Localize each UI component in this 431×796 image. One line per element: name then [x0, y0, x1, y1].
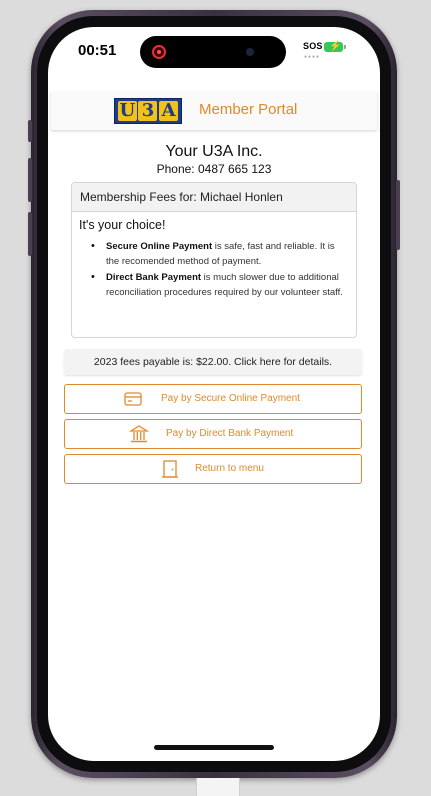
list-item: Secure Online Payment is safe, fast and …: [86, 239, 348, 269]
pay-bank-label: Pay by Direct Bank Payment: [166, 428, 294, 439]
credit-card-icon: [124, 392, 142, 406]
pay-online-label: Pay by Secure Online Payment: [161, 393, 300, 404]
choice-title: It's your choice!: [79, 218, 166, 232]
app-header: U 3 A Member Portal: [51, 92, 377, 130]
membership-card-header: Membership Fees for: Michael Honlen: [72, 183, 356, 212]
pay-bank-button[interactable]: Pay by Direct Bank Payment: [64, 419, 362, 449]
dynamic-island: [140, 36, 286, 68]
status-time: 00:51: [78, 42, 117, 59]
logo-letter: A: [159, 101, 179, 121]
portal-title: Member Portal: [199, 101, 298, 118]
membership-card: Membership Fees for: Michael Honlen It's…: [71, 182, 357, 338]
action-button: [28, 120, 32, 142]
home-indicator[interactable]: [154, 745, 274, 750]
recording-indicator-icon: [152, 45, 166, 59]
payment-options-list: Secure Online Payment is safe, fast and …: [86, 239, 348, 301]
return-to-menu-label: Return to menu: [195, 463, 264, 474]
bank-icon: [129, 425, 149, 443]
charging-bolt-icon: ⚡: [329, 41, 342, 52]
front-camera-icon: [246, 48, 254, 56]
volume-up-button: [28, 158, 32, 202]
list-item: Direct Bank Payment is much slower due t…: [86, 270, 348, 300]
sos-indicator: SOS: [303, 41, 323, 51]
option-name: Secure Online Payment: [106, 241, 213, 252]
org-name: Your U3A Inc.: [165, 143, 263, 160]
volume-down-button: [28, 212, 32, 256]
phone-frame: 00:51 SOS ●●●● ⚡ U 3 A Member Portal You…: [28, 10, 400, 778]
charging-cable: [196, 778, 240, 796]
signal-dots-icon: ●●●●: [304, 54, 321, 60]
pay-online-button[interactable]: Pay by Secure Online Payment: [64, 384, 362, 414]
logo-letter: 3: [138, 101, 158, 121]
org-phone: Phone: 0487 665 123: [156, 162, 272, 176]
fees-payable-link[interactable]: 2023 fees payable is: $22.00. Click here…: [64, 349, 362, 375]
logo-letter: U: [117, 100, 137, 121]
return-to-menu-button[interactable]: Return to menu: [64, 454, 362, 484]
battery-charging-icon: ⚡: [324, 41, 346, 52]
option-name: Direct Bank Payment: [106, 272, 202, 283]
u3a-logo[interactable]: U 3 A: [114, 98, 182, 124]
power-button: [396, 180, 400, 250]
phone-screen: 00:51 SOS ●●●● ⚡ U 3 A Member Portal You…: [48, 27, 380, 761]
door-icon: [162, 460, 178, 478]
